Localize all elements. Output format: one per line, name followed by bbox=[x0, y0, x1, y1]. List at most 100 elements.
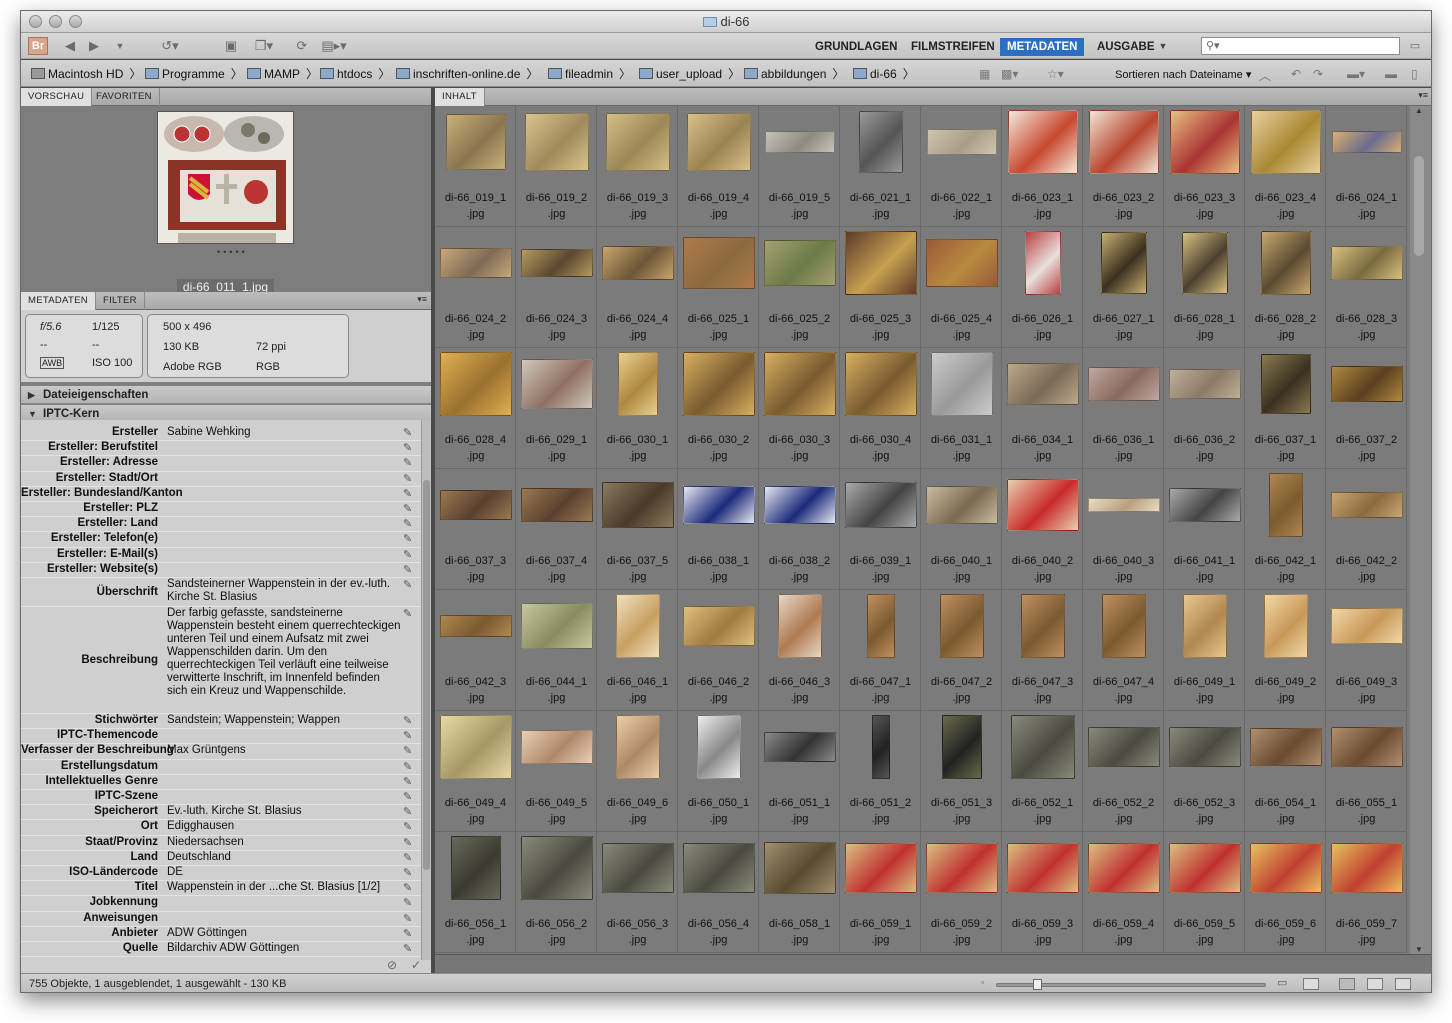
thumbnail-cell[interactable]: di-66_059_1 .jpg bbox=[840, 832, 921, 953]
thumbnail-cell[interactable]: di-66_023_2 .jpg bbox=[1083, 106, 1164, 227]
edit-pencil-icon[interactable]: ✎ bbox=[403, 608, 415, 620]
thumbnail-cell[interactable]: di-66_025_2 .jpg bbox=[759, 227, 840, 348]
path-item[interactable]: di-66 〉 bbox=[853, 67, 915, 81]
thumbnail-image[interactable] bbox=[601, 473, 674, 537]
thumbnail-image[interactable] bbox=[1087, 352, 1160, 416]
iptc-row[interactable]: Ersteller: Website(s) ✎ bbox=[21, 563, 421, 578]
compact-mode-icon[interactable]: ▭ bbox=[1407, 37, 1423, 55]
thumbnail-cell[interactable]: di-66_023_3 .jpg bbox=[1164, 106, 1245, 227]
edit-pencil-icon[interactable]: ✎ bbox=[403, 837, 415, 849]
thumbnail-cell[interactable]: di-66_052_3 .jpg bbox=[1164, 711, 1245, 832]
iptc-field-value[interactable]: Bildarchiv ADW Göttingen bbox=[167, 942, 403, 955]
thumbnail-image[interactable] bbox=[1249, 594, 1322, 658]
thumbnail-cell[interactable]: di-66_019_2 .jpg bbox=[516, 106, 597, 227]
thumbnail-image[interactable] bbox=[844, 473, 917, 537]
thumbnail-image[interactable] bbox=[601, 836, 674, 900]
workspace-metadaten[interactable]: METADATEN bbox=[1000, 38, 1085, 56]
thumbnail-cell[interactable]: di-66_028_3 .jpg bbox=[1326, 227, 1407, 348]
view-details-icon[interactable] bbox=[1367, 978, 1383, 990]
thumbnail-cell[interactable]: di-66_049_2 .jpg bbox=[1245, 590, 1326, 711]
thumbnail-image[interactable] bbox=[1330, 352, 1403, 416]
thumbnail-cell[interactable]: di-66_019_5 .jpg bbox=[759, 106, 840, 227]
thumbnail-cell[interactable]: di-66_059_4 .jpg bbox=[1083, 832, 1164, 953]
thumbnail-cell[interactable]: di-66_024_4 .jpg bbox=[597, 227, 678, 348]
thumbnail-image[interactable] bbox=[682, 352, 755, 416]
iptc-field-value[interactable]: Deutschland bbox=[167, 851, 403, 864]
search-input[interactable]: ⚲▾ bbox=[1201, 37, 1400, 55]
thumbnail-image[interactable] bbox=[520, 836, 593, 900]
iptc-row[interactable]: Land Deutschland ✎ bbox=[21, 851, 421, 866]
thumbnail-cell[interactable]: di-66_040_3 .jpg bbox=[1083, 469, 1164, 590]
menu-down-icon[interactable]: ▼ bbox=[113, 37, 127, 55]
camera-icon[interactable]: ▣ bbox=[219, 37, 243, 55]
iptc-row[interactable]: Speicherort Ev.-luth. Kirche St. Blasius ✎ bbox=[21, 805, 421, 821]
thumbnail-image[interactable] bbox=[601, 352, 674, 416]
thumbnail-image[interactable] bbox=[925, 594, 998, 658]
thumbnail-cell[interactable]: di-66_044_1 .jpg bbox=[516, 590, 597, 711]
thumbnail-cell[interactable]: di-66_019_1 .jpg bbox=[435, 106, 516, 227]
thumbnail-image[interactable] bbox=[439, 231, 512, 295]
thumbnail-cell[interactable]: di-66_049_6 .jpg bbox=[597, 711, 678, 832]
edit-pencil-icon[interactable]: ✎ bbox=[403, 928, 415, 940]
thumbnail-image[interactable] bbox=[520, 715, 593, 779]
trash-icon[interactable]: ▯ bbox=[1411, 67, 1418, 81]
iptc-row[interactable]: Überschrift Sandsteinerner Wappenstein in… bbox=[21, 578, 421, 607]
thumbnail-cell[interactable]: di-66_025_4 .jpg bbox=[921, 227, 1002, 348]
view-grid-lock-icon[interactable] bbox=[1303, 978, 1319, 990]
thumbnail-image[interactable] bbox=[1330, 231, 1403, 295]
bridge-logo[interactable]: Br bbox=[28, 37, 48, 55]
thumbnail-cell[interactable]: di-66_037_4 .jpg bbox=[516, 469, 597, 590]
history-icon[interactable]: ↺▾ bbox=[157, 37, 183, 55]
thumbnail-image[interactable] bbox=[439, 473, 512, 537]
iptc-row[interactable]: Jobkennung ✎ bbox=[21, 896, 421, 912]
path-item[interactable]: htdocs 〉 bbox=[320, 67, 390, 81]
edit-pencil-icon[interactable]: ✎ bbox=[403, 473, 415, 485]
thumbnail-image[interactable] bbox=[763, 836, 836, 900]
tab-metadaten[interactable]: METADATEN bbox=[21, 292, 96, 310]
thumbnail-cell[interactable]: di-66_054_1 .jpg bbox=[1245, 711, 1326, 832]
tab-filter[interactable]: FILTER bbox=[96, 292, 145, 310]
thumbnail-image[interactable] bbox=[682, 231, 755, 295]
thumbnail-image[interactable] bbox=[439, 110, 512, 174]
thumbnail-cell[interactable]: di-66_059_5 .jpg bbox=[1164, 832, 1245, 953]
edit-pencil-icon[interactable]: ✎ bbox=[403, 821, 415, 833]
iptc-row[interactable]: Ersteller: Land ✎ bbox=[21, 517, 421, 533]
thumbnail-cell[interactable]: di-66_042_1 .jpg bbox=[1245, 469, 1326, 590]
thumbnail-image[interactable] bbox=[520, 352, 593, 416]
thumbnail-image[interactable] bbox=[844, 352, 917, 416]
thumbnail-image[interactable] bbox=[844, 836, 917, 900]
thumbnail-image[interactable] bbox=[682, 836, 755, 900]
edit-pencil-icon[interactable]: ✎ bbox=[403, 503, 415, 515]
thumbnail-image[interactable] bbox=[844, 231, 917, 295]
quality-icon[interactable]: ▦ bbox=[979, 67, 990, 81]
thumbnail-image[interactable] bbox=[1006, 231, 1079, 295]
edit-pencil-icon[interactable]: ✎ bbox=[403, 852, 415, 864]
iptc-row[interactable]: Ort Edigghausen ✎ bbox=[21, 820, 421, 836]
thumbnail-image[interactable] bbox=[1168, 110, 1241, 174]
thumbnail-image[interactable] bbox=[1006, 715, 1079, 779]
thumbnail-cell[interactable]: di-66_025_1 .jpg bbox=[678, 227, 759, 348]
thumbnail-image[interactable] bbox=[682, 473, 755, 537]
star-filter-icon[interactable]: ☆▾ bbox=[1047, 67, 1064, 81]
thumbnail-image[interactable] bbox=[763, 231, 836, 295]
iptc-field-value[interactable]: Niedersachsen bbox=[167, 836, 403, 849]
thumbnail-cell[interactable]: di-66_059_6 .jpg bbox=[1245, 832, 1326, 953]
thumbnail-image[interactable] bbox=[1330, 110, 1403, 174]
iptc-row[interactable]: Beschreibung Der farbig gefasste, sandste… bbox=[21, 607, 421, 714]
tab-favoriten[interactable]: FAVORITEN bbox=[89, 88, 160, 106]
thumbnail-image[interactable] bbox=[1006, 110, 1079, 174]
thumbnail-cell[interactable]: di-66_030_3 .jpg bbox=[759, 348, 840, 469]
thumbnail-image[interactable] bbox=[763, 352, 836, 416]
edit-pencil-icon[interactable]: ✎ bbox=[403, 427, 415, 439]
thumbnail-image[interactable] bbox=[1249, 836, 1322, 900]
thumbnail-image[interactable] bbox=[1168, 473, 1241, 537]
thumbnail-cell[interactable]: di-66_049_5 .jpg bbox=[516, 711, 597, 832]
view-thumbnails-icon[interactable] bbox=[1339, 978, 1355, 990]
apply-icon[interactable]: ✓ bbox=[411, 958, 421, 972]
thumbnail-image[interactable] bbox=[520, 110, 593, 174]
thumbnail-cell[interactable]: di-66_050_1 .jpg bbox=[678, 711, 759, 832]
thumbnail-image[interactable] bbox=[1006, 473, 1079, 537]
thumbnail-image[interactable] bbox=[925, 836, 998, 900]
thumbnail-cell[interactable]: di-66_040_1 .jpg bbox=[921, 469, 1002, 590]
thumbnail-image[interactable] bbox=[925, 715, 998, 779]
